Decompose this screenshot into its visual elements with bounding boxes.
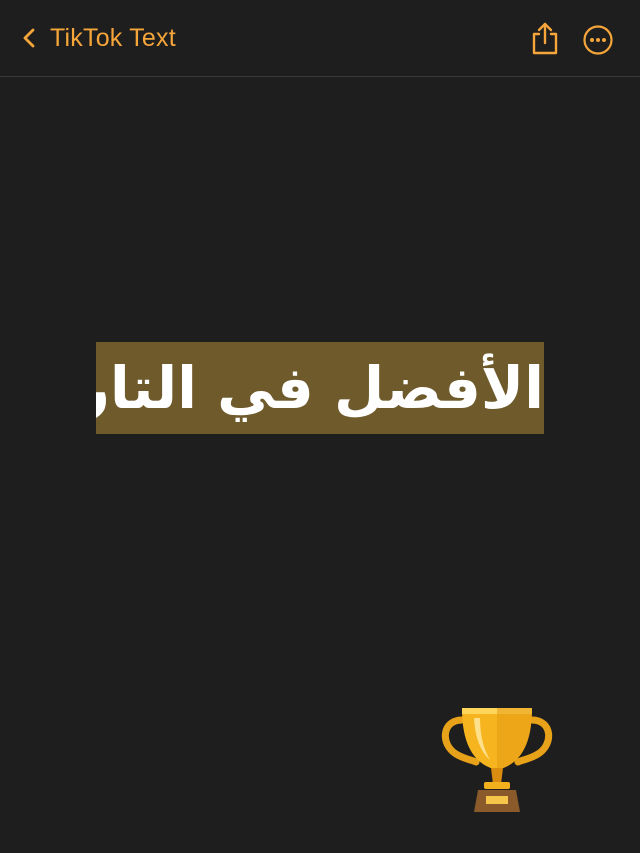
chevron-left-icon [22,26,36,50]
back-button[interactable]: TikTok Text [22,14,176,62]
highlighted-note-text[interactable]: الأفضل في التاريخ [96,342,544,434]
share-button[interactable] [528,20,562,58]
trophy-icon [438,702,556,816]
ellipsis-circle-icon [582,24,614,56]
more-options-button[interactable] [582,24,614,56]
notes-folder-title: TikTok Text [50,23,176,52]
share-icon [528,20,562,58]
navigation-bar: TikTok Text [0,0,640,77]
